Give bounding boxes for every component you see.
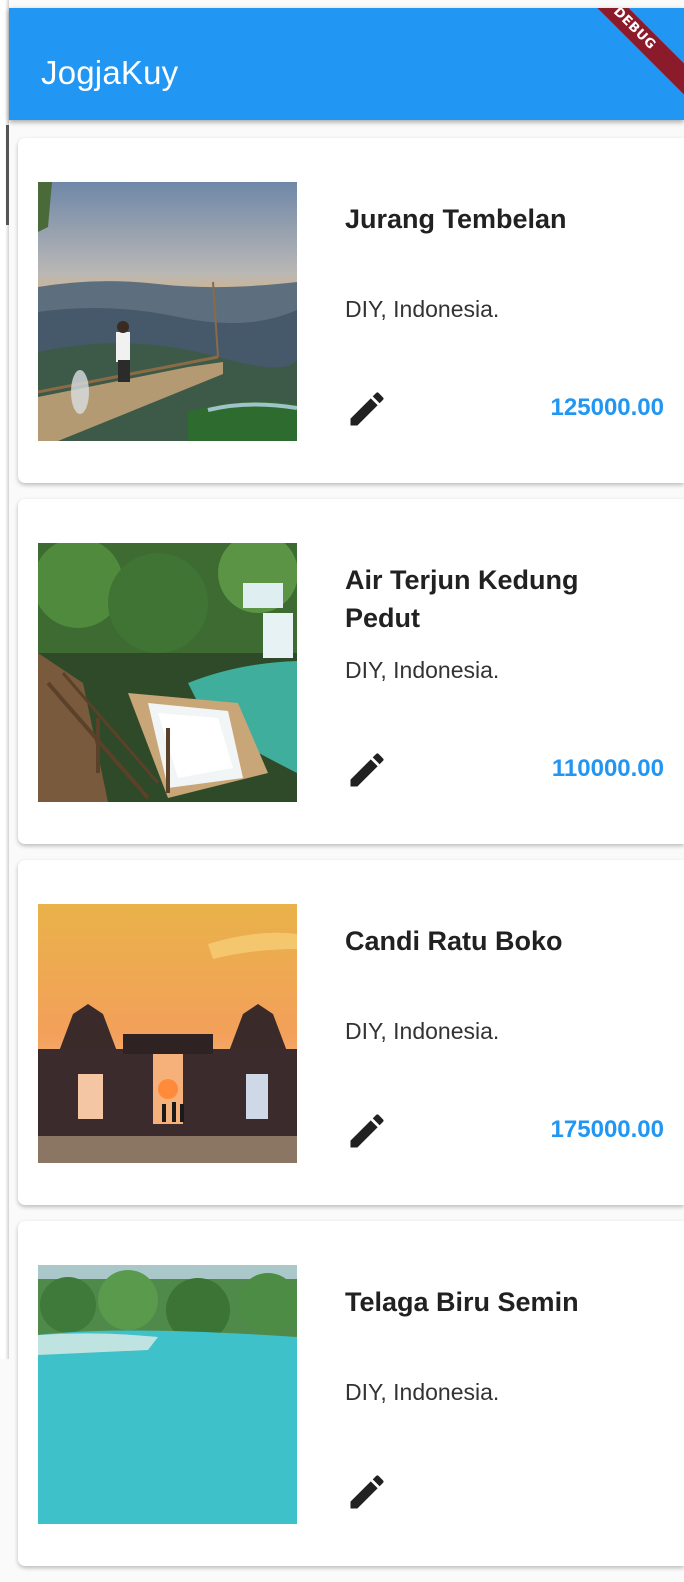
destination-card[interactable]: Jurang Tembelan DIY, Indonesia. 125000.0…	[18, 138, 684, 483]
scroll-indicator	[6, 125, 9, 225]
destination-name: Telaga Biru Semin	[345, 1287, 579, 1317]
destination-image	[38, 543, 297, 802]
destination-price: 175000.00	[550, 1116, 664, 1143]
destination-location: DIY, Indonesia.	[345, 1379, 500, 1405]
destination-card[interactable]: Air Terjun Kedung Pedut DIY, Indonesia. …	[18, 499, 684, 844]
pencil-icon	[350, 753, 384, 787]
destination-card[interactable]: Candi Ratu Boko DIY, Indonesia. 175000.0…	[18, 860, 684, 1205]
app-bar: JogjaKuy DEBUG	[9, 8, 684, 120]
destination-name: Jurang Tembelan	[345, 204, 567, 234]
destination-image	[38, 182, 297, 441]
debug-banner: DEBUG	[555, 8, 684, 108]
edit-button[interactable]	[345, 748, 389, 792]
destination-name: Candi Ratu Boko	[345, 926, 563, 956]
destination-price: 110000.00	[551, 755, 664, 782]
pencil-icon	[350, 1114, 384, 1148]
edit-button[interactable]	[345, 1470, 389, 1514]
destination-image	[38, 1265, 297, 1524]
waterfall-photo	[38, 543, 297, 802]
destination-location: DIY, Indonesia.	[345, 296, 500, 322]
app-title: JogjaKuy	[41, 54, 179, 91]
blue-lake-photo	[38, 1265, 297, 1524]
temple-sunset-photo	[38, 904, 297, 1163]
destination-price: 125000.00	[550, 394, 664, 421]
destination-list[interactable]: Jurang Tembelan DIY, Indonesia. 125000.0…	[18, 138, 684, 1582]
destination-name: Air Terjun Kedung Pedut	[345, 565, 579, 633]
destination-image	[38, 904, 297, 1163]
pencil-icon	[350, 1475, 384, 1509]
pencil-icon	[350, 392, 384, 426]
edit-button[interactable]	[345, 1109, 389, 1153]
destination-location: DIY, Indonesia.	[345, 1018, 500, 1044]
edit-button[interactable]	[345, 387, 389, 431]
mountain-viewpoint-photo	[38, 182, 297, 441]
destination-card[interactable]: Telaga Biru Semin DIY, Indonesia.	[18, 1221, 684, 1566]
destination-location: DIY, Indonesia.	[345, 657, 500, 683]
